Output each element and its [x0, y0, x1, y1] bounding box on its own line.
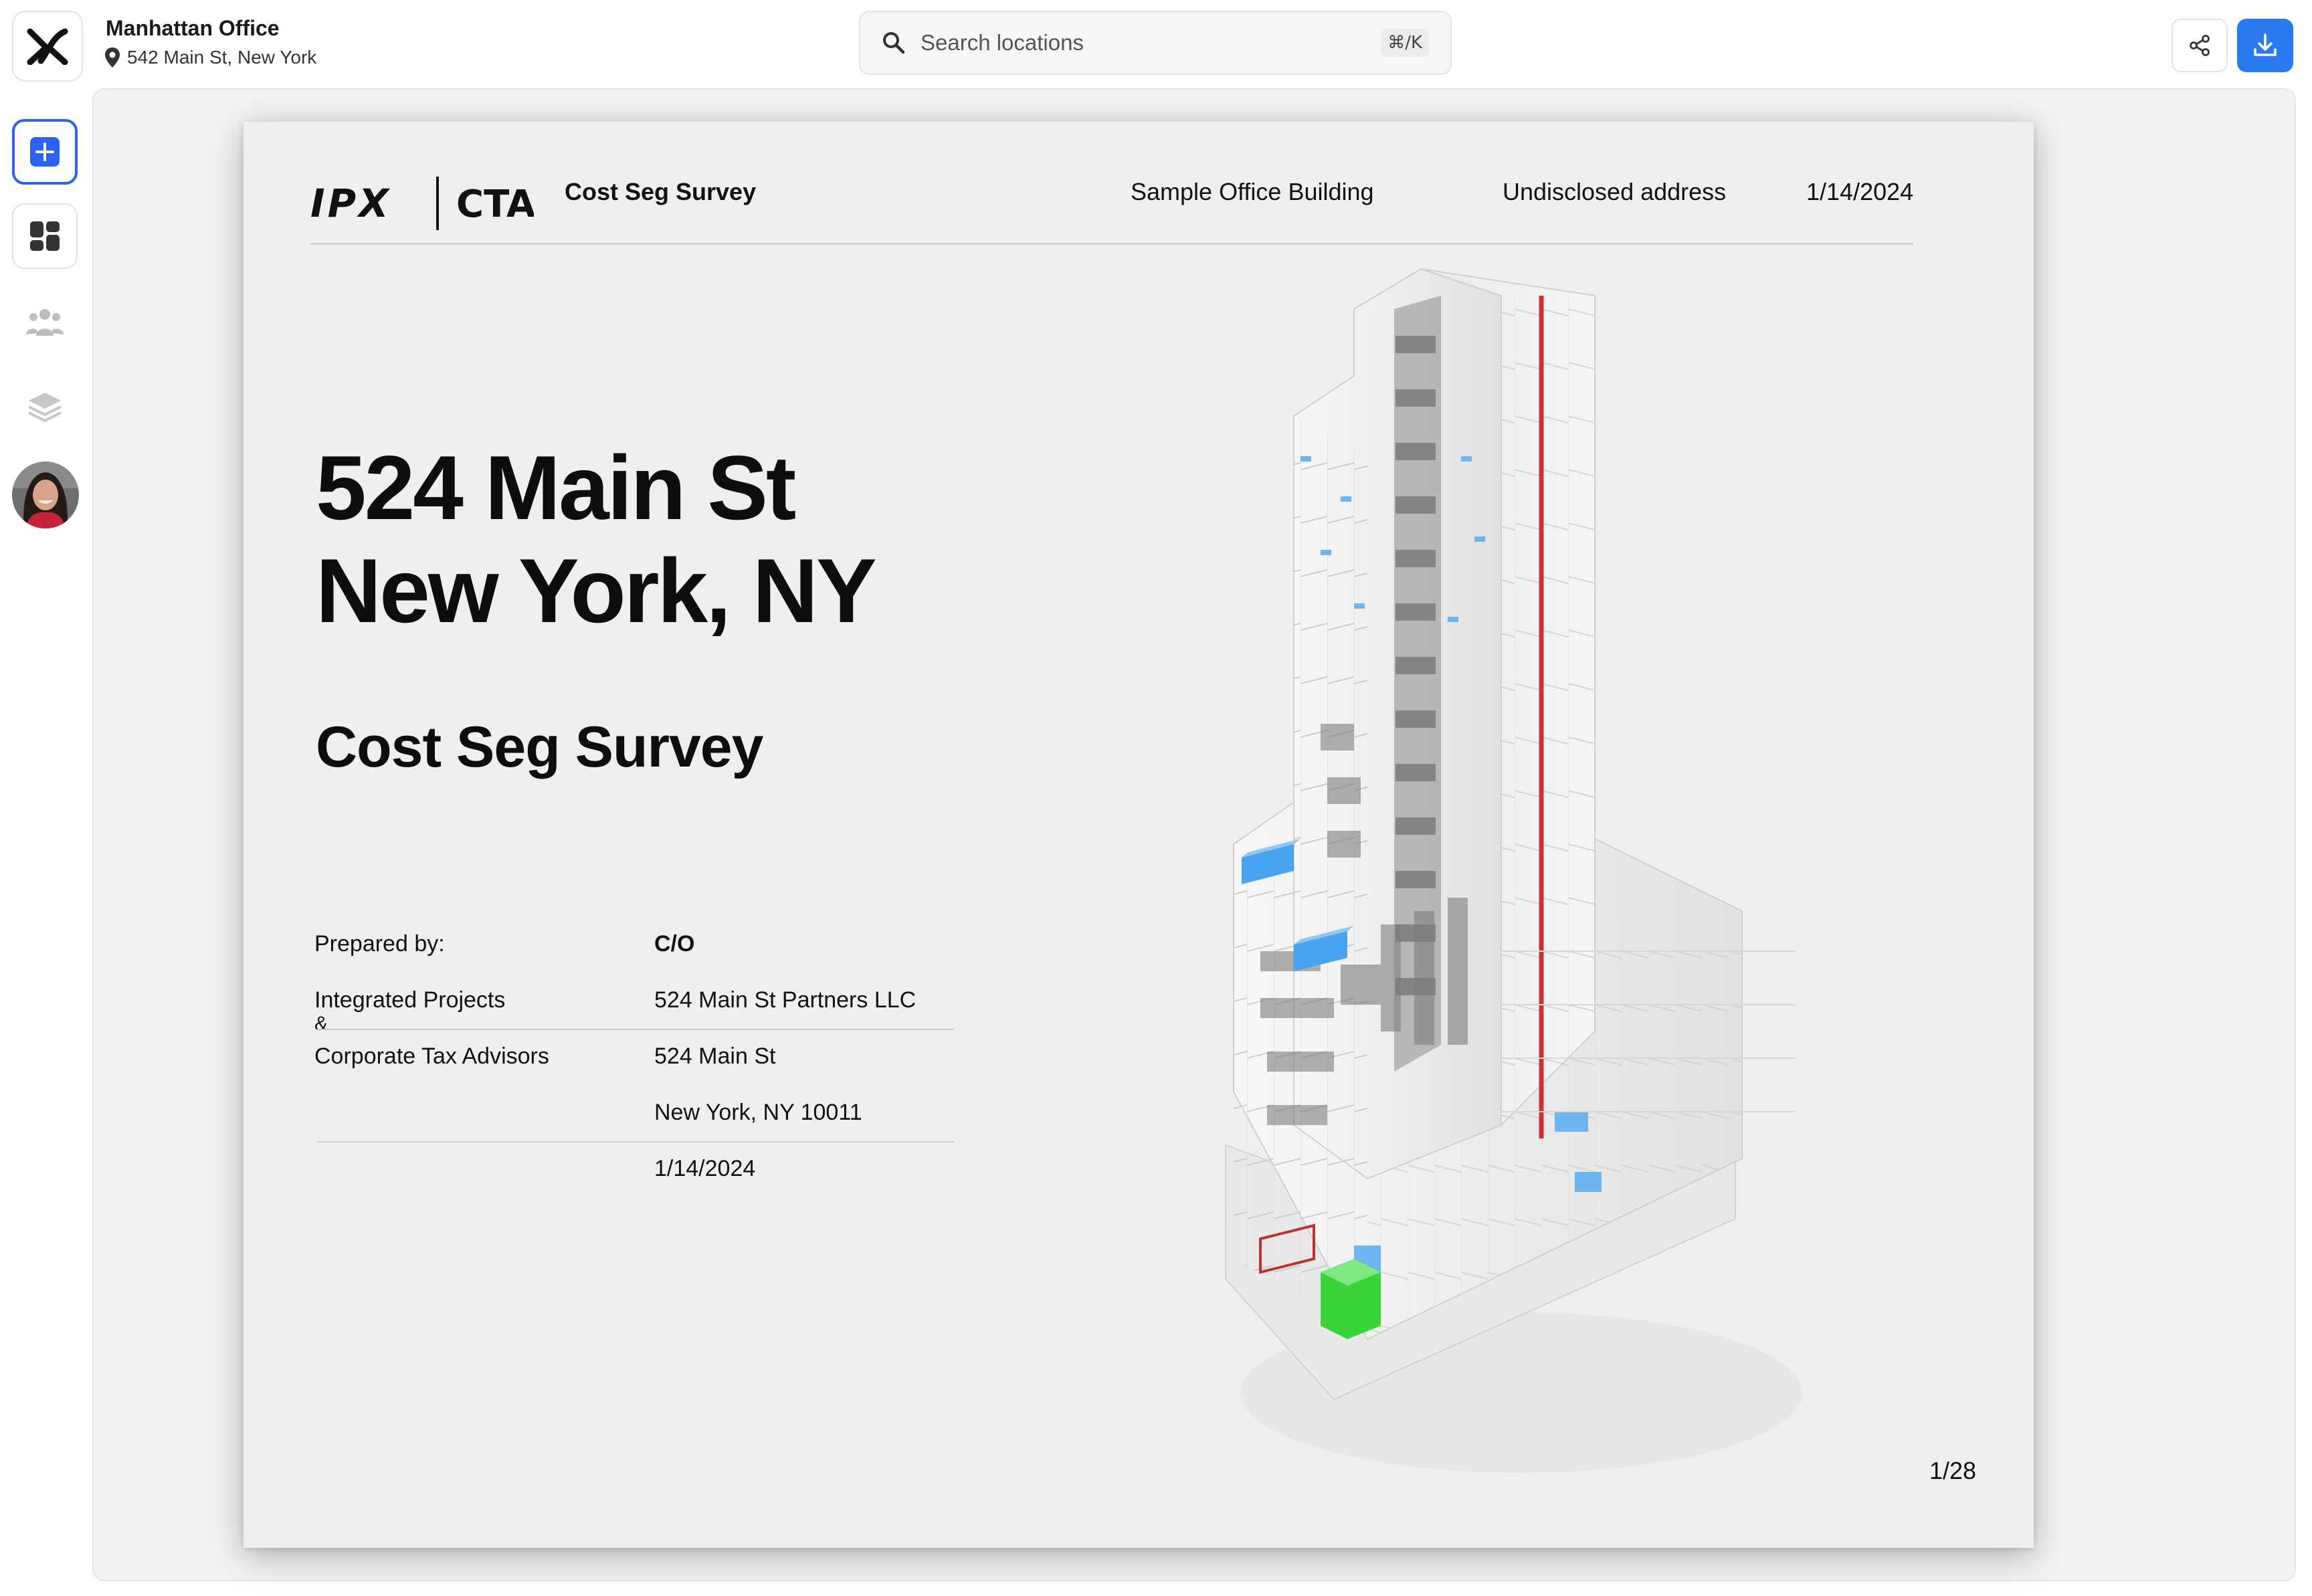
share-button[interactable]	[2172, 19, 2228, 72]
share-icon	[2190, 35, 2210, 56]
top-bar: Manhattan Office 542 Main St, New York S…	[0, 0, 2312, 88]
slide-title-line-1: 524 Main St	[316, 437, 796, 538]
map-pin-icon	[105, 47, 120, 68]
search-bar[interactable]: Search locations ⌘/K	[859, 11, 1452, 75]
client-street: 524 Main St	[654, 1043, 776, 1069]
header-address: Undisclosed address	[1503, 178, 1727, 205]
search-shortcut-badge: ⌘/K	[1381, 29, 1429, 57]
dashboard-icon	[30, 221, 60, 251]
header-doc-label: Cost Seg Survey	[565, 178, 757, 205]
user-avatar[interactable]	[12, 462, 79, 528]
brand-divider	[436, 177, 439, 230]
search-input[interactable]: Search locations	[921, 30, 1381, 56]
download-icon	[2254, 33, 2277, 56]
avatar-image	[12, 462, 79, 528]
download-button[interactable]	[2237, 19, 2293, 72]
project-address: 542 Main St, New York	[104, 47, 316, 68]
dashboard-button[interactable]	[12, 203, 78, 269]
x-logo-icon	[27, 28, 68, 65]
ipx-logo-icon: IPX	[310, 185, 391, 222]
preparer-line-2: &	[314, 1013, 328, 1035]
building-3d-model-image	[1225, 268, 1802, 1473]
header-building-name: Sample Office Building	[1131, 178, 1374, 205]
search-icon	[883, 32, 905, 54]
co-label: C/O	[654, 931, 695, 957]
slide-page: IPX CTA Cost Seg Survey Sample Office Bu…	[244, 122, 2034, 1548]
sidebar	[0, 88, 91, 1596]
row-divider	[317, 1029, 954, 1030]
slide-title: 524 Main St New York, NY	[316, 436, 877, 642]
layers-icon	[28, 393, 62, 422]
team-icon	[26, 309, 64, 336]
cta-logo-icon: CTA	[456, 185, 534, 222]
new-button[interactable]	[12, 119, 78, 185]
preparer-line-1: Integrated Projects	[314, 987, 506, 1013]
plus-icon	[30, 137, 60, 167]
row-divider	[317, 1141, 954, 1142]
brand-logos: IPX CTA	[310, 177, 534, 230]
preparer-line-3: Corporate Tax Advisors	[314, 1043, 549, 1069]
report-date: 1/14/2024	[654, 1156, 756, 1181]
page-indicator: 1/28	[1929, 1457, 1977, 1484]
slide-title-line-2: New York, NY	[316, 540, 877, 641]
survey-title: Cost Seg Survey	[316, 715, 763, 779]
app-logo-button[interactable]	[12, 11, 83, 82]
slide-header: IPX CTA Cost Seg Survey Sample Office Bu…	[310, 163, 1913, 245]
prepared-by-label: Prepared by:	[314, 931, 445, 957]
project-address-text: 542 Main St, New York	[127, 47, 317, 68]
client-city: New York, NY 10011	[654, 1100, 862, 1125]
svg-text:CTA: CTA	[456, 185, 534, 222]
svg-text:IPX: IPX	[310, 185, 391, 222]
layers-button[interactable]	[12, 375, 78, 440]
client-name: 524 Main St Partners LLC	[654, 987, 917, 1013]
project-title[interactable]: Manhattan Office	[106, 16, 280, 41]
header-date: 1/14/2024	[1806, 178, 1914, 205]
team-button[interactable]	[12, 289, 78, 355]
